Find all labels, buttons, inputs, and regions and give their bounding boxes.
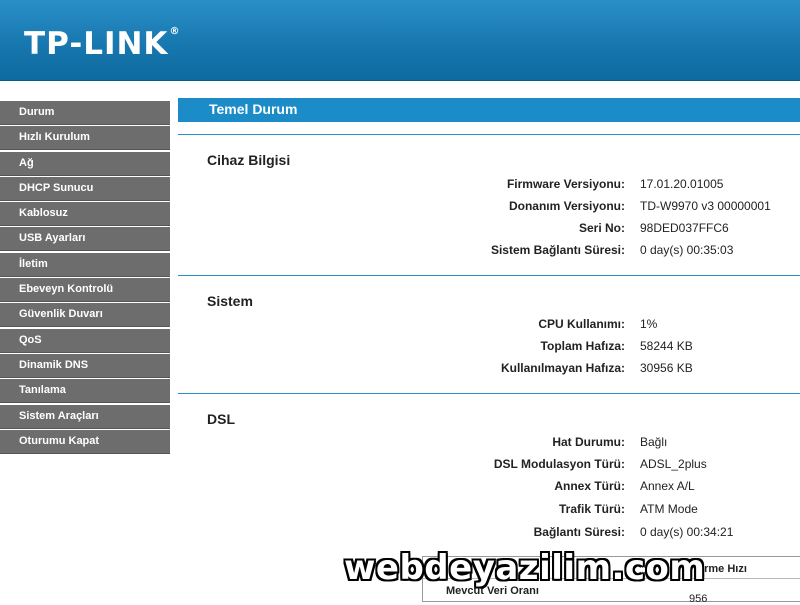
firmware-value: 17.01.20.01005: [640, 177, 724, 191]
cpu-row: CPU Kullanımı: 1%: [178, 317, 800, 335]
annex-row: Annex Türü: Annex A/L: [178, 479, 800, 497]
hardware-row: Donanım Versiyonu: TD-W9970 v3 00000001: [178, 199, 800, 217]
section-divider: [178, 393, 800, 394]
cpu-value: 1%: [640, 317, 658, 331]
connection-time-value: 0 day(s) 00:34:21: [640, 525, 734, 539]
uptime-value: 0 day(s) 00:35:03: [640, 243, 734, 257]
sidebar-item-durum[interactable]: Durum: [0, 101, 170, 125]
sidebar-item-tanilama[interactable]: Tanılama: [0, 379, 170, 404]
sidebar-item-dhcp-sunucu[interactable]: DHCP Sunucu: [0, 176, 170, 201]
modulation-label: DSL Modulasyon Türü:: [493, 457, 625, 471]
sidebar-item-iletim[interactable]: İletim: [0, 252, 170, 277]
tp-link-logo: TP-LINK®: [24, 26, 180, 62]
sidebar-item-hizli-kurulum[interactable]: Hızlı Kurulum: [0, 126, 170, 151]
traffic-label: Trafik Türü:: [558, 502, 625, 516]
cpu-label: CPU Kullanımı:: [538, 317, 625, 331]
connection-time-label: Bağlantı Süresi:: [533, 525, 625, 539]
uptime-label: Sistem Bağlantı Süresi:: [490, 243, 625, 257]
modulation-value: ADSL_2plus: [640, 457, 707, 471]
header-banner: TP-LINK®: [0, 0, 800, 81]
sidebar-item-oturumu-kapat[interactable]: Oturumu Kapat: [0, 429, 170, 454]
traffic-value: ATM Mode: [640, 502, 698, 516]
sidebar-item-guvenlik-duvari[interactable]: Güvenlik Duvarı: [0, 303, 170, 328]
main-content: Temel Durum Cihaz Bilgisi Firmware Versi…: [178, 98, 800, 605]
brand-name: TP-LINK: [24, 26, 169, 62]
page-title: Temel Durum: [178, 98, 800, 122]
section-divider: [178, 275, 800, 276]
sidebar-item-usb-ayarlari[interactable]: USB Ayarları: [0, 227, 170, 252]
serial-row: Seri No: 98DED037FFC6: [178, 221, 800, 239]
table-cell-value: 956: [689, 593, 708, 605]
sidebar-item-ag[interactable]: Ağ: [0, 151, 170, 176]
serial-value: 98DED037FFC6: [640, 221, 729, 235]
dsl-title: DSL: [207, 411, 235, 427]
sidebar-item-dinamik-dns[interactable]: Dinamik DNS: [0, 353, 170, 378]
serial-label: Seri No:: [578, 221, 625, 235]
line-status-label: Hat Durumu:: [552, 435, 625, 449]
hardware-label: Donanım Versiyonu:: [508, 199, 625, 213]
total-memory-row: Toplam Hafıza: 58244 KB: [178, 339, 800, 357]
sidebar-item-qos[interactable]: QoS: [0, 328, 170, 353]
line-status-row: Hat Durumu: Bağlı: [178, 435, 800, 453]
registered-mark: ®: [169, 26, 181, 37]
firmware-row: Firmware Versiyonu: 17.01.20.01005: [178, 177, 800, 195]
free-memory-row: Kullanılmayan Hafıza: 30956 KB: [178, 361, 800, 379]
sidebar-item-sistem-araclari[interactable]: Sistem Araçları: [0, 404, 170, 429]
device-info-title: Cihaz Bilgisi: [207, 152, 291, 168]
annex-value: Annex A/L: [640, 479, 695, 493]
firmware-label: Firmware Versiyonu:: [506, 177, 625, 191]
annex-label: Annex Türü:: [554, 479, 625, 493]
sidebar-nav: Durum Hızlı Kurulum Ağ DHCP Sunucu Kablo…: [0, 101, 170, 600]
hardware-value: TD-W9970 v3 00000001: [640, 199, 771, 213]
connection-time-row: Bağlantı Süresi: 0 day(s) 00:34:21: [178, 525, 800, 543]
sidebar-item-kablosuz[interactable]: Kablosuz: [0, 202, 170, 227]
sidebar-item-ebeveyn-kontrolu[interactable]: Ebeveyn Kontrolü: [0, 278, 170, 303]
watermark: webdeyazilim.com: [344, 548, 706, 588]
line-status-value: Bağlı: [640, 435, 668, 449]
total-memory-label: Toplam Hafıza:: [540, 339, 625, 353]
free-memory-value: 30956 KB: [640, 361, 693, 375]
total-memory-value: 58244 KB: [640, 339, 693, 353]
system-title: Sistem: [207, 293, 253, 309]
modulation-row: DSL Modulasyon Türü: ADSL_2plus: [178, 457, 800, 475]
section-divider: [178, 134, 800, 135]
uptime-row: Sistem Bağlantı Süresi: 0 day(s) 00:35:0…: [178, 243, 800, 261]
traffic-row: Trafik Türü: ATM Mode: [178, 502, 800, 520]
free-memory-label: Kullanılmayan Hafıza:: [500, 361, 625, 375]
